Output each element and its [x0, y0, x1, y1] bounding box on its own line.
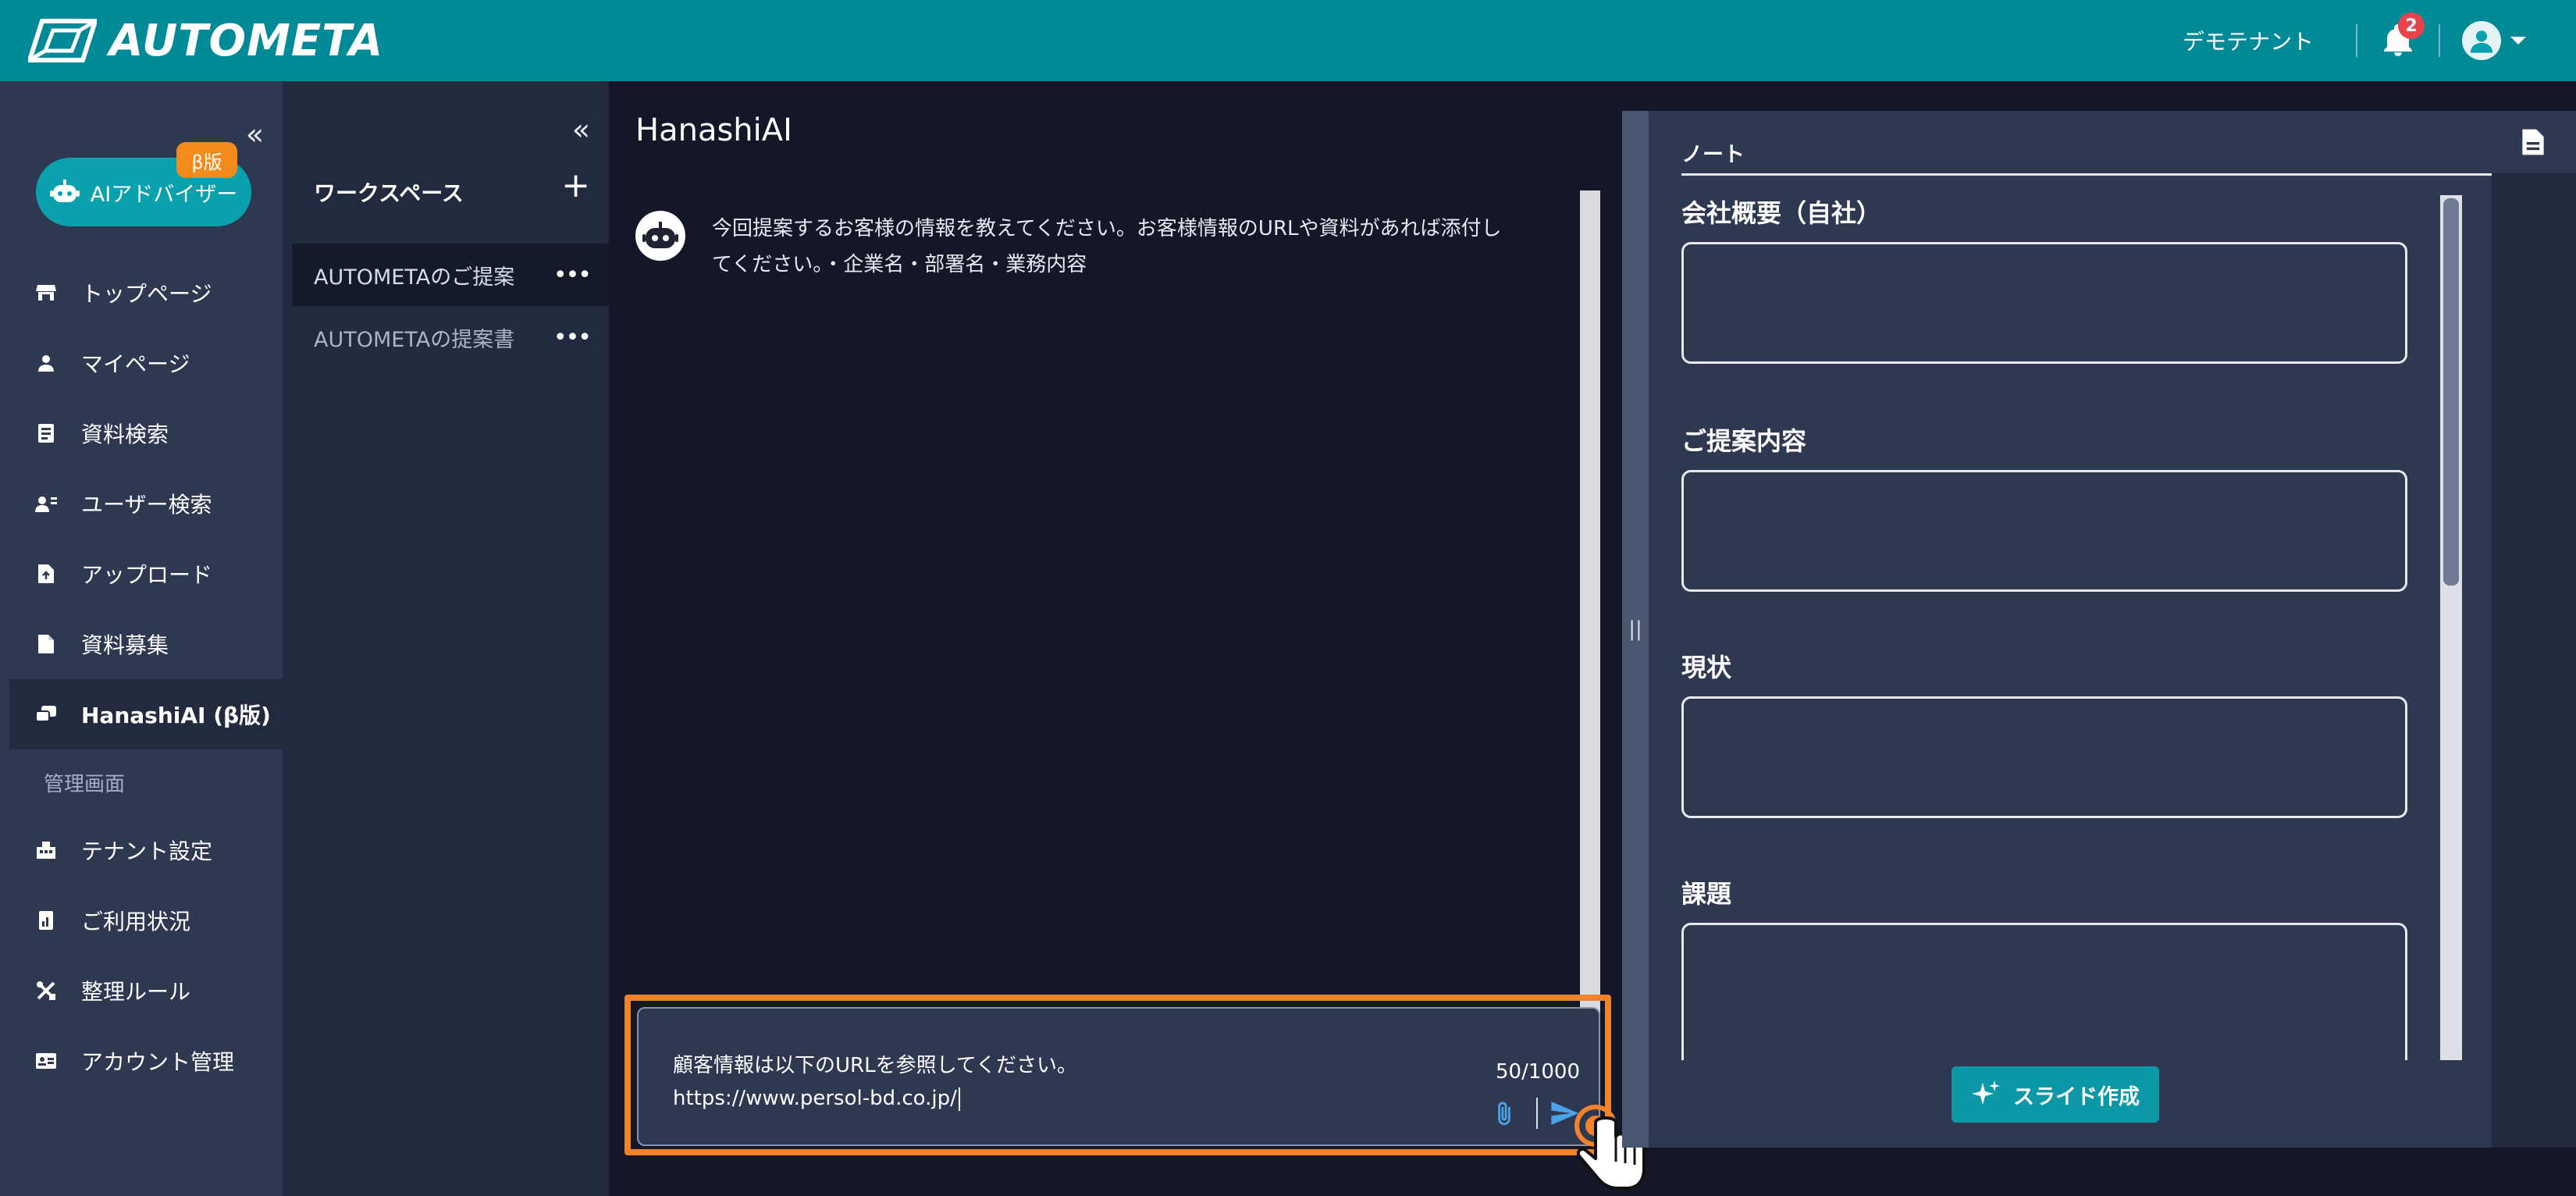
sidebar-nav: トップページ マイページ 資料検索 ユーザー検索 アップロード 資料募集 Han… — [0, 258, 283, 1096]
character-counter: 50/1000 — [1495, 1060, 1580, 1084]
robot-icon — [642, 222, 678, 248]
sidebar-item-label: ご利用状況 — [81, 909, 191, 934]
person-icon — [33, 350, 59, 376]
sidebar-item-label: トップページ — [81, 281, 212, 307]
chat-title: HanashiAI — [635, 112, 792, 148]
document-search-icon — [33, 420, 59, 447]
caret-down-icon — [2510, 37, 2526, 44]
more-options-icon[interactable]: ••• — [553, 262, 592, 289]
right-tool-strip — [2492, 111, 2576, 1148]
document-icon[interactable] — [2521, 128, 2545, 156]
top-header: AUTOMETA デモテナント 2 — [0, 0, 2576, 81]
main-sidebar: « AIアドバイザー β版 トップページ マイページ 資料検索 ユーザー検索 ア… — [0, 81, 283, 1196]
field-input-company[interactable] — [1681, 242, 2407, 364]
sidebar-item-user-search[interactable]: ユーザー検索 — [0, 468, 283, 539]
sidebar-item-label: アカウント管理 — [81, 1049, 235, 1075]
bot-message-text: 今回提案するお客様の情報を教えてください。お客様情報のURLや資料があれば添付し… — [712, 217, 1502, 276]
user-search-icon — [33, 490, 59, 517]
sidebar-item-label: マイページ — [81, 351, 190, 377]
paperclip-icon[interactable] — [1491, 1101, 1517, 1127]
ai-advisor-label: AIアドバイザー — [90, 182, 238, 207]
notes-tab[interactable]: ノート — [1681, 137, 1745, 168]
sidebar-item-label: HanashiAI (β版) — [81, 703, 271, 728]
collapse-workspace-icon[interactable]: « — [572, 112, 590, 147]
chat-input-value[interactable]: 顧客情報は以下のURLを参照してください。 https://www.persol… — [673, 1049, 1077, 1115]
field-input-current-state[interactable] — [1681, 696, 2407, 818]
bot-message: 今回提案するお客様の情報を教えてください。お客様情報のURLや資料があれば添付し… — [635, 211, 1516, 283]
sidebar-item-document-search[interactable]: 資料検索 — [0, 398, 283, 468]
brand-name: AUTOMETA — [109, 15, 384, 66]
sidebar-item-label: アップロード — [81, 562, 213, 588]
composer-divider — [1536, 1098, 1538, 1129]
robot-icon — [49, 180, 80, 202]
tenant-name[interactable]: デモテナント — [2183, 25, 2314, 56]
store-icon — [33, 279, 59, 306]
sidebar-item-document-request[interactable]: 資料募集 — [0, 609, 283, 679]
sidebar-item-upload[interactable]: アップロード — [0, 539, 283, 609]
sidebar-item-label: 資料検索 — [81, 422, 169, 447]
field-label-company: 会社概要（自社） — [1681, 198, 1882, 228]
header-divider — [2356, 24, 2357, 57]
file-icon — [33, 631, 59, 657]
sidebar-item-tenant-settings[interactable]: テナント設定 — [0, 815, 283, 885]
sidebar-item-mypage[interactable]: マイページ — [0, 328, 283, 398]
notes-tab-underline — [1681, 173, 2493, 176]
chat-input-line: 顧客情報は以下のURLを参照してください。 — [673, 1054, 1078, 1077]
add-workspace-icon[interactable]: + — [561, 166, 590, 205]
upload-icon — [33, 561, 59, 587]
field-input-proposal[interactable] — [1681, 470, 2407, 592]
sidebar-item-label: テナント設定 — [81, 838, 213, 864]
workspace-item-label: AUTOMETAのご提案 — [314, 265, 515, 290]
chat-bubbles-icon — [33, 701, 59, 728]
tools-icon — [33, 977, 59, 1004]
sidebar-item-account-management[interactable]: アカウント管理 — [0, 1026, 283, 1096]
user-avatar-icon — [2470, 30, 2493, 53]
more-options-icon[interactable]: ••• — [553, 324, 592, 351]
chat-input[interactable]: 顧客情報は以下のURLを参照してください。 https://www.persol… — [637, 1007, 1600, 1146]
notification-badge: 2 — [2398, 12, 2425, 39]
beta-badge: β版 — [176, 142, 237, 178]
text-cursor — [958, 1087, 960, 1111]
create-slide-button[interactable]: スライド作成 — [1952, 1066, 2159, 1123]
avatar — [2462, 21, 2501, 60]
workspace-panel: « ワークスペース + AUTOMETAのご提案 ••• AUTOMETAの提案… — [283, 81, 609, 1196]
chat-scrollbar[interactable] — [1580, 190, 1600, 1073]
right-strip-body — [2492, 173, 2576, 1148]
field-input-issues[interactable] — [1681, 923, 2407, 1060]
building-icon — [33, 837, 59, 863]
sidebar-item-hanashiai[interactable]: HanashiAI (β版) — [9, 679, 283, 749]
workspace-title: ワークスペース — [314, 180, 464, 206]
chat-input-line: https://www.persol-bd.co.jp/ — [673, 1087, 957, 1110]
create-slide-label: スライド作成 — [2013, 1084, 2140, 1109]
notification-button[interactable]: 2 — [2379, 12, 2425, 59]
sidebar-item-label: 整理ルール — [81, 979, 191, 1005]
report-icon — [33, 907, 59, 934]
logo-mark-icon — [28, 19, 97, 62]
field-label-proposal: ご提案内容 — [1681, 426, 1807, 456]
user-menu[interactable] — [2462, 21, 2528, 60]
id-card-icon — [33, 1048, 59, 1074]
sidebar-item-organize-rules[interactable]: 整理ルール — [0, 956, 283, 1026]
sidebar-item-label: 資料募集 — [81, 632, 169, 658]
workspace-list: AUTOMETAのご提案 ••• AUTOMETAの提案書 ••• — [292, 244, 609, 368]
header-divider — [2439, 24, 2440, 57]
admin-section-heading: 管理画面 — [44, 772, 126, 796]
notes-scrollbar-thumb[interactable] — [2443, 198, 2459, 586]
workspace-item-label: AUTOMETAの提案書 — [314, 327, 515, 352]
brand-logo[interactable]: AUTOMETA — [28, 16, 383, 66]
sidebar-item-usage[interactable]: ご利用状況 — [0, 885, 283, 956]
collapse-sidebar-icon[interactable]: « — [246, 117, 264, 151]
workspace-item[interactable]: AUTOMETAのご提案 ••• — [292, 244, 609, 306]
resize-handle[interactable]: || — [1622, 111, 1649, 1148]
field-label-current-state: 現状 — [1681, 653, 1732, 682]
notes-panel: ノート 会社概要（自社） ご提案内容 現状 課題 スライド作成 — [1649, 111, 2493, 1148]
sidebar-item-top[interactable]: トップページ — [0, 258, 283, 328]
workspace-item[interactable]: AUTOMETAの提案書 ••• — [292, 306, 609, 368]
field-label-issues: 課題 — [1681, 879, 1732, 909]
sidebar-item-label: ユーザー検索 — [81, 492, 212, 518]
bot-avatar — [635, 211, 685, 261]
sparkle-icon — [1972, 1080, 2000, 1105]
